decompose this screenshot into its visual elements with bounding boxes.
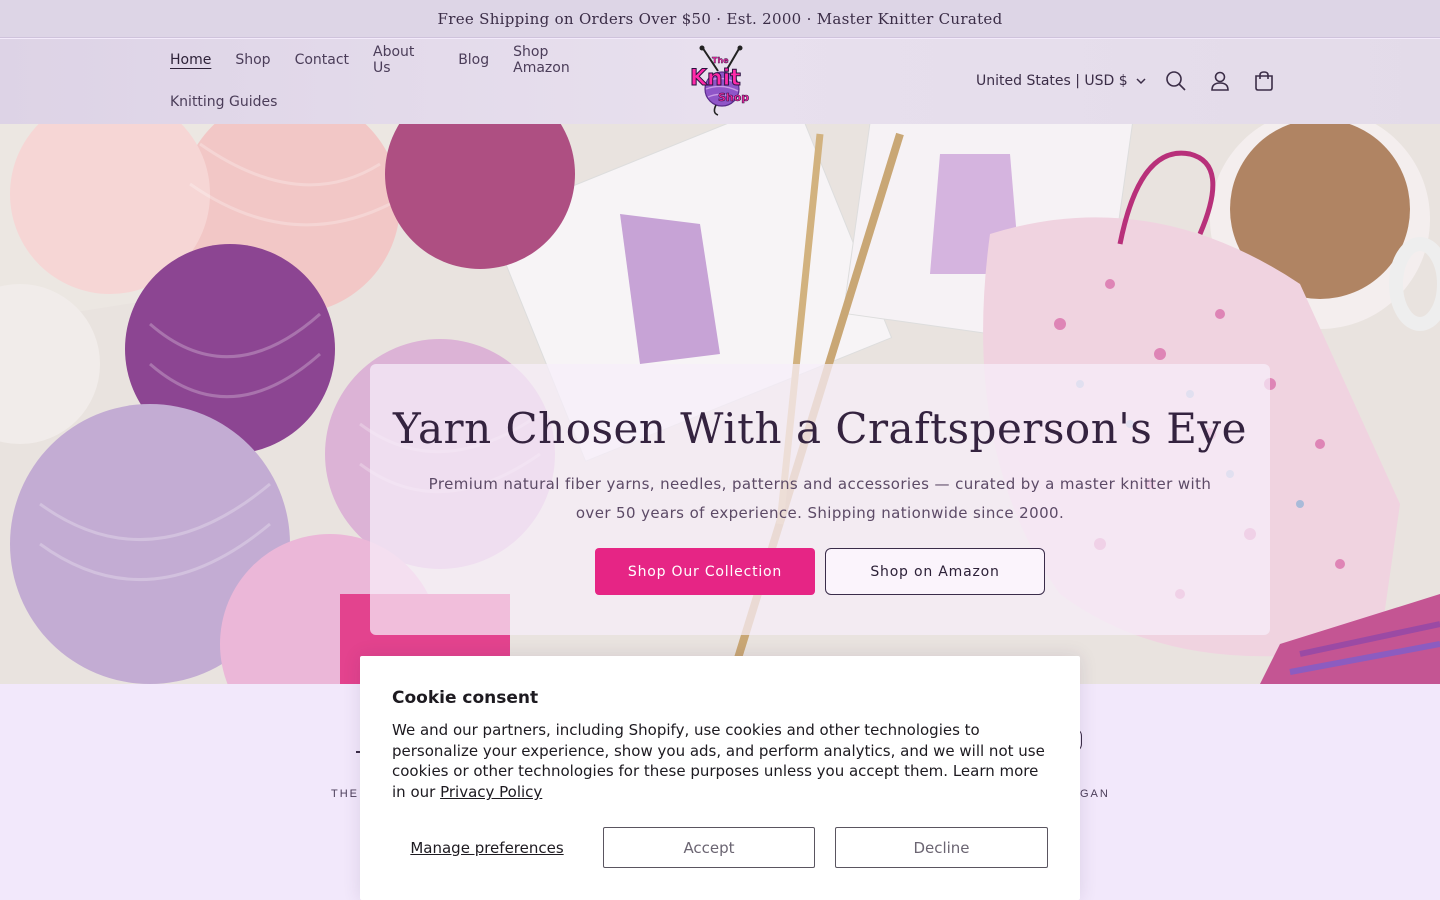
logo-the: The (712, 56, 729, 65)
cookie-consent-dialog: Cookie consent We and our partners, incl… (360, 656, 1080, 900)
chevron-down-icon (1136, 73, 1146, 89)
shop-amazon-button[interactable]: Shop on Amazon (825, 548, 1045, 595)
nav-about-us[interactable]: About Us (361, 44, 446, 76)
nav-home[interactable]: Home (158, 52, 223, 68)
announcement-text: Free Shipping on Orders Over $50 · Est. … (437, 9, 1003, 28)
nav-knitting-guides[interactable]: Knitting Guides (158, 94, 289, 110)
site-header: Home Shop Contact About Us Blog Shop Ama… (0, 39, 1440, 124)
logo-shop: Shop (718, 91, 749, 104)
cookie-title: Cookie consent (392, 688, 539, 708)
decline-button[interactable]: Decline (835, 827, 1048, 868)
header-utilities: United States | USD $ (968, 59, 1286, 103)
nav-blog[interactable]: Blog (446, 52, 501, 68)
nav-shop-amazon[interactable]: Shop Amazon (501, 44, 618, 76)
hero-content-card: Yarn Chosen With a Craftsperson's Eye Pr… (370, 364, 1270, 635)
site-logo[interactable]: The Knit Shop (682, 45, 758, 117)
section-tagline-right: GAN (1080, 788, 1110, 800)
manage-preferences-button[interactable]: Manage preferences (392, 827, 582, 868)
accept-button[interactable]: Accept (603, 827, 815, 868)
nav-contact[interactable]: Contact (283, 52, 361, 68)
privacy-policy-link[interactable]: Privacy Policy (440, 783, 542, 801)
locale-selector[interactable]: United States | USD $ (968, 73, 1154, 89)
nav-shop[interactable]: Shop (223, 52, 282, 68)
cookie-body: We and our partners, including Shopify, … (392, 720, 1052, 803)
section-tagline-left: THE (331, 788, 359, 800)
account-icon[interactable] (1198, 59, 1242, 103)
main-nav: Home Shop Contact About Us Blog Shop Ama… (158, 39, 618, 123)
shop-collection-button[interactable]: Shop Our Collection (595, 548, 815, 595)
announcement-bar: Free Shipping on Orders Over $50 · Est. … (0, 0, 1440, 38)
cart-icon[interactable] (1242, 59, 1286, 103)
locale-label: United States | USD $ (976, 73, 1128, 89)
hero-subtitle: Premium natural fiber yarns, needles, pa… (428, 475, 1212, 522)
hero-title: Yarn Chosen With a Craftsperson's Eye (393, 404, 1247, 453)
hero-banner: Yarn Chosen With a Craftsperson's Eye Pr… (0, 124, 1440, 684)
logo-knit: Knit (690, 66, 741, 91)
search-icon[interactable] (1154, 59, 1198, 103)
